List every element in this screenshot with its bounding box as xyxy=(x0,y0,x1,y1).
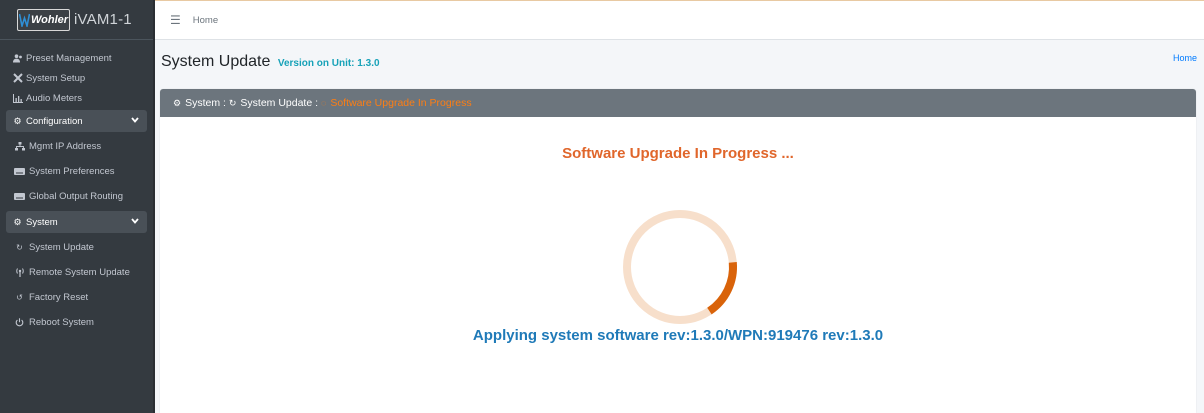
wohler-logo: Wohler xyxy=(17,8,70,31)
wohler-w-icon xyxy=(18,10,30,29)
sidebar-item-system-preferences[interactable]: System Preferences xyxy=(6,159,147,184)
gear-icon: ⚙ xyxy=(13,115,22,126)
spinner-small-icon: ◌ xyxy=(320,98,327,108)
crumb-upgrade-progress: Software Upgrade In Progress xyxy=(330,97,472,109)
progress-spinner xyxy=(623,210,737,324)
sidebar-group-configuration[interactable]: ⚙ Configuration xyxy=(6,110,147,132)
sidebar-item-remote-system-update[interactable]: Remote System Update xyxy=(6,260,147,285)
content-header: System Update Version on Unit: 1.3.0 Hom… xyxy=(155,40,1204,86)
crumb-separator: : xyxy=(312,97,321,109)
sidebar: Wohler iVAM1-1 Preset Management System … xyxy=(0,0,155,413)
sidebar-group-label: System xyxy=(26,216,58,228)
sidebar-item-preset-management[interactable]: Preset Management xyxy=(6,48,147,68)
keyboard-icon xyxy=(14,193,25,200)
sidebar-group-system[interactable]: ⚙ System xyxy=(6,211,147,233)
applying-status-text: Applying system software rev:1.3.0/WPN:9… xyxy=(472,327,884,344)
sidebar-item-label: Audio Meters xyxy=(26,92,82,104)
tools-icon xyxy=(12,73,23,83)
sidebar-item-global-output-routing[interactable]: Global Output Routing xyxy=(6,184,147,209)
logo-text: Wohler xyxy=(31,13,69,26)
sidebar-item-label: Reboot System xyxy=(29,317,94,328)
sidebar-item-label: Mgmt IP Address xyxy=(29,141,102,152)
gears-icon: ⚙ xyxy=(13,216,22,227)
sidebar-item-label: Preset Management xyxy=(26,52,112,64)
top-home-link[interactable]: Home xyxy=(193,15,218,26)
sidebar-item-reboot-system[interactable]: Reboot System xyxy=(6,310,147,335)
top-navbar: ☰ Home xyxy=(155,0,1204,40)
power-icon xyxy=(14,318,25,327)
sidebar-item-label: System Update xyxy=(29,242,94,253)
chevron-down-icon xyxy=(131,115,139,125)
keyboard-icon xyxy=(14,168,25,175)
users-icon xyxy=(12,53,23,63)
product-name: iVAM1-1 xyxy=(74,11,132,28)
sidebar-item-label: Remote System Update xyxy=(29,267,130,278)
page-title-text: System Update xyxy=(161,53,271,70)
breadcrumb-home[interactable]: Home xyxy=(1173,53,1197,63)
update-card: ⚙ System : ↻ System Update : ◌ Software … xyxy=(160,89,1196,413)
chart-icon xyxy=(12,93,23,103)
sidebar-nav: Preset Management System Setup Audio Met… xyxy=(0,40,153,335)
sidebar-item-label: Global Output Routing xyxy=(29,191,124,202)
sidebar-item-system-setup[interactable]: System Setup xyxy=(6,68,147,88)
crumb-system: System xyxy=(185,97,221,109)
sidebar-item-label: System Preferences xyxy=(29,166,115,177)
sidebar-item-label: Factory Reset xyxy=(29,292,89,303)
sync-icon: ↻ xyxy=(228,97,237,108)
crumb-separator: : xyxy=(220,97,229,109)
card-header: ⚙ System : ↻ System Update : ◌ Software … xyxy=(160,89,1196,117)
sidebar-item-system-update[interactable]: ↻ System Update xyxy=(6,235,147,260)
sidebar-item-audio-meters[interactable]: Audio Meters xyxy=(6,88,147,108)
version-label: Version on Unit: 1.3.0 xyxy=(277,58,380,69)
sidebar-item-factory-reset[interactable]: ↺ Factory Reset xyxy=(6,285,147,310)
network-icon xyxy=(14,142,25,151)
crumb-system-update: System Update xyxy=(240,97,313,109)
antenna-icon xyxy=(14,268,25,277)
progress-title: Software Upgrade In Progress ... xyxy=(562,145,794,162)
gears-icon: ⚙ xyxy=(173,97,182,108)
sidebar-group-label: Configuration xyxy=(26,115,83,127)
chevron-down-icon xyxy=(131,216,139,226)
sidebar-item-mgmt-ip-address[interactable]: Mgmt IP Address xyxy=(6,134,147,159)
hamburger-icon[interactable]: ☰ xyxy=(170,13,181,27)
brand[interactable]: Wohler iVAM1-1 xyxy=(0,0,153,40)
sync-icon: ↻ xyxy=(16,243,23,252)
undo-icon: ↺ xyxy=(16,293,23,302)
page-title: System Update Version on Unit: 1.3.0 xyxy=(161,53,380,71)
sidebar-item-label: System Setup xyxy=(26,72,86,84)
